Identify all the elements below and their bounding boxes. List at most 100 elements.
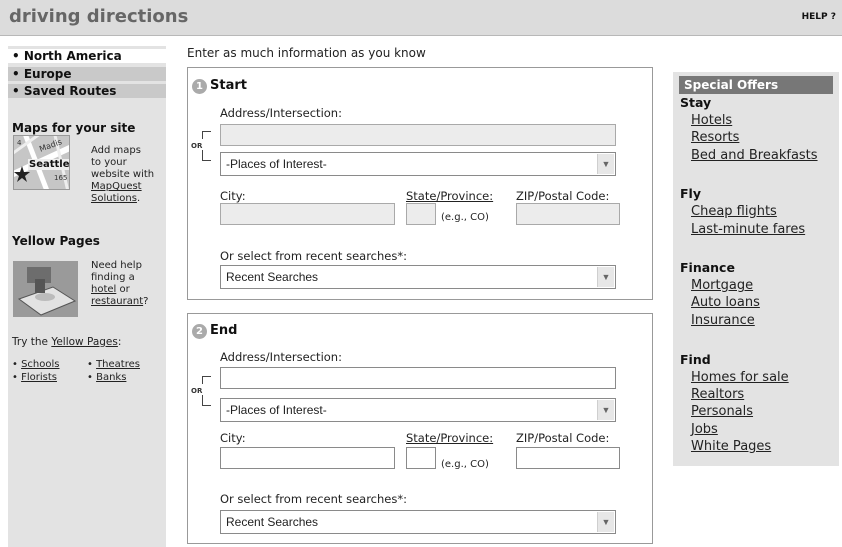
end-state-label: State/Province:	[406, 431, 494, 445]
map-thumbnail[interactable]: Madis Seattle 165 4	[13, 135, 70, 190]
yellow-pages-heading: Yellow Pages	[12, 234, 100, 248]
yp-cat-banks: • Banks	[87, 372, 127, 383]
maps-heading: Maps for your site	[12, 121, 136, 135]
form-intro: Enter as much information as you know	[187, 46, 426, 60]
yp-text-3: hotel or	[91, 284, 130, 296]
offer-insurance-link[interactable]: Insurance	[691, 313, 755, 328]
start-state-example: (e.g., CO)	[441, 212, 489, 223]
offers-fly-title: Fly	[680, 186, 701, 201]
end-places-value: -Places of Interest-	[226, 403, 327, 417]
end-zip-input[interactable]	[516, 447, 620, 469]
schools-link[interactable]: Schools	[21, 359, 59, 370]
start-places-dropdown[interactable]: -Places of Interest- ▼	[220, 152, 616, 176]
mapquest-solutions-link-2[interactable]: Solutions	[91, 193, 137, 204]
theatres-link[interactable]: Theatres	[96, 359, 140, 370]
banks-link[interactable]: Banks	[96, 372, 126, 383]
mapquest-solutions-link[interactable]: MapQuest	[91, 181, 142, 192]
end-address-input[interactable]	[220, 367, 616, 389]
end-or-label: OR	[191, 387, 203, 395]
start-places-value: -Places of Interest-	[226, 157, 327, 171]
maps-text-2: to your	[91, 157, 127, 168]
start-state-input[interactable]	[406, 203, 436, 225]
end-panel: 2 End Address/Intersection: OR -Places o…	[187, 313, 653, 544]
offer-personals-link[interactable]: Personals	[691, 404, 753, 419]
yellow-pages-thumbnail[interactable]	[13, 261, 78, 317]
yp-text-2: finding a	[91, 272, 135, 283]
offer-bed-breakfast-link[interactable]: Bed and Breakfasts	[691, 148, 818, 163]
map-number-label: 4	[17, 139, 22, 147]
maps-link-row-1: MapQuest	[91, 181, 142, 193]
header-bar: driving directions HELP ?	[0, 0, 842, 36]
yp-cat-florists: • Florists	[12, 372, 57, 383]
hotel-link[interactable]: hotel	[91, 284, 116, 295]
offer-realtors-link[interactable]: Realtors	[691, 387, 744, 402]
end-city-label: City:	[220, 431, 246, 445]
down-arrow-icon[interactable]: ▼	[597, 400, 614, 420]
end-state-example: (e.g., CO)	[441, 459, 489, 470]
help-link[interactable]: HELP ?	[802, 12, 836, 22]
end-recent-dropdown[interactable]: Recent Searches ▼	[220, 510, 616, 534]
yp-cat-schools: • Schools	[12, 359, 60, 370]
offers-stay-title: Stay	[680, 95, 712, 110]
end-recent-label: Or select from recent searches*:	[220, 492, 407, 506]
yellow-pages-link[interactable]: Yellow Pages	[51, 336, 118, 348]
start-state-label: State/Province:	[406, 189, 494, 203]
offer-resorts-link[interactable]: Resorts	[691, 130, 739, 145]
start-recent-label: Or select from recent searches*:	[220, 249, 407, 263]
offer-last-minute-link[interactable]: Last-minute fares	[691, 222, 805, 237]
offer-mortgage-link[interactable]: Mortgage	[691, 278, 753, 293]
nav-europe[interactable]: • Europe	[8, 67, 166, 81]
special-offers-header: Special Offers	[679, 76, 833, 94]
offer-white-pages-link[interactable]: White Pages	[691, 439, 771, 454]
yellow-pages-graphic	[13, 261, 78, 317]
yp-or-text: or	[116, 284, 130, 295]
start-or-bracket-top	[202, 131, 211, 139]
left-sidebar: • North America • Europe • Saved Routes …	[8, 46, 166, 547]
florists-link[interactable]: Florists	[21, 372, 57, 383]
special-offers-panel: Special Offers Stay Hotels Resorts Bed a…	[673, 72, 839, 466]
yp-cat-theatres: • Theatres	[87, 359, 140, 370]
offer-auto-loans-link[interactable]: Auto loans	[691, 295, 760, 310]
start-recent-dropdown[interactable]: Recent Searches ▼	[220, 265, 616, 289]
end-title: End	[210, 323, 238, 338]
start-city-input[interactable]	[220, 203, 395, 225]
start-panel: 1 Start Address/Intersection: OR -Places…	[187, 67, 653, 300]
offer-cheap-flights-link[interactable]: Cheap flights	[691, 204, 777, 219]
start-city-label: City:	[220, 189, 246, 203]
offer-hotels-link[interactable]: Hotels	[691, 113, 732, 128]
maps-text-1: Add maps	[91, 145, 141, 156]
maps-period: .	[136, 193, 141, 204]
offers-finance-title: Finance	[680, 260, 735, 275]
restaurant-link[interactable]: restaurant	[91, 296, 143, 307]
down-arrow-icon[interactable]: ▼	[597, 154, 614, 174]
yp-text-1: Need help	[91, 260, 142, 271]
maps-text-3: website with	[91, 169, 155, 180]
start-or-label: OR	[191, 142, 203, 150]
start-zip-input[interactable]	[516, 203, 620, 225]
start-title: Start	[210, 78, 247, 93]
end-or-bracket-bottom	[202, 395, 211, 406]
offer-homes-link[interactable]: Homes for sale	[691, 370, 789, 385]
down-arrow-icon[interactable]: ▼	[597, 267, 614, 287]
offer-jobs-link[interactable]: Jobs	[691, 422, 718, 437]
end-city-input[interactable]	[220, 447, 395, 469]
end-places-dropdown[interactable]: -Places of Interest- ▼	[220, 398, 616, 422]
end-address-label: Address/Intersection:	[220, 350, 342, 364]
start-address-input[interactable]	[220, 124, 616, 146]
try-prefix: Try the	[12, 336, 52, 348]
end-zip-label: ZIP/Postal Code:	[516, 431, 610, 445]
maps-link-row-2: Solutions.	[91, 193, 140, 205]
nav-saved-routes[interactable]: • Saved Routes	[8, 84, 166, 98]
nav-north-america[interactable]: • North America	[8, 49, 166, 63]
end-state-input[interactable]	[406, 447, 436, 469]
yp-text-4: restaurant?	[91, 296, 148, 308]
map-route-label: 165	[54, 174, 68, 182]
down-arrow-icon[interactable]: ▼	[597, 512, 614, 532]
start-step-number: 1	[192, 79, 207, 94]
start-address-label: Address/Intersection:	[220, 106, 342, 120]
app-title: driving directions	[9, 6, 189, 27]
end-step-number: 2	[192, 324, 207, 339]
offers-find-title: Find	[680, 352, 711, 367]
start-or-bracket-bottom	[202, 150, 211, 161]
yp-question: ?	[143, 296, 149, 307]
